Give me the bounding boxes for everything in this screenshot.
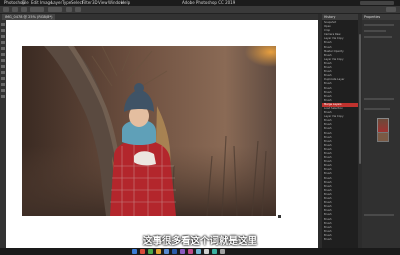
app-icon[interactable]	[212, 249, 217, 254]
lasso-tool-icon	[1, 35, 5, 38]
properties-panel: Properties	[362, 14, 400, 248]
brush-tool-icon	[1, 47, 5, 50]
video-subtitle: 这事很多看这个词就是这里	[142, 236, 257, 247]
photoshop-icon[interactable]	[172, 249, 177, 254]
options-bar	[0, 6, 400, 14]
move-tool-icon	[1, 23, 5, 26]
panel-divider	[364, 98, 394, 100]
app-icon[interactable]	[196, 249, 201, 254]
pressure-icon[interactable]	[75, 7, 81, 12]
finder-icon[interactable]	[132, 249, 137, 254]
crop-tool-icon	[1, 41, 5, 44]
properties-panel-title[interactable]: Properties	[362, 14, 400, 20]
history-list: Snapshot Open Crop Camera Raw Layer Via Copy…	[322, 21, 358, 242]
history-panel-title[interactable]: History	[322, 14, 358, 20]
pen-tool-icon	[1, 77, 5, 80]
history-panel: History Snapshot Open Crop Camera Raw Layer …	[322, 14, 358, 248]
gradient-tool-icon	[1, 65, 5, 68]
hand-tool-icon	[1, 89, 5, 92]
zoom-tool-icon	[1, 95, 5, 98]
dock	[0, 248, 400, 255]
workspace-icon[interactable]	[386, 7, 396, 12]
canvas-area[interactable]	[6, 20, 318, 248]
panel-divider	[364, 36, 392, 38]
history-scrollbar-thumb[interactable]	[359, 34, 361, 164]
document-image[interactable]	[22, 46, 276, 216]
app-icon[interactable]	[140, 249, 145, 254]
airbrush-icon[interactable]	[66, 7, 72, 12]
app-icon[interactable]	[164, 249, 169, 254]
app-icon[interactable]	[188, 249, 193, 254]
mode-dropdown-icon[interactable]	[21, 7, 27, 12]
flow-field[interactable]	[48, 7, 62, 12]
panel-divider	[364, 108, 390, 110]
opacity-field[interactable]	[30, 7, 44, 12]
dodge-tool-icon	[1, 71, 5, 74]
app-icon[interactable]	[148, 249, 153, 254]
marquee-tool-icon	[1, 29, 5, 32]
stamp-tool-icon	[1, 53, 5, 56]
panel-divider	[364, 24, 394, 26]
status-icons	[360, 1, 394, 5]
panel-divider	[364, 30, 386, 32]
canvas-resize-handle[interactable]	[278, 215, 281, 218]
type-tool-icon	[1, 83, 5, 86]
app-icon[interactable]	[204, 249, 209, 254]
eraser-tool-icon	[1, 59, 5, 62]
tool-preset-icon[interactable]	[3, 7, 9, 12]
app-icon[interactable]	[180, 249, 185, 254]
layer-mask-thumbnail[interactable]	[377, 132, 389, 142]
panel-divider	[364, 214, 394, 216]
trash-icon[interactable]	[220, 249, 225, 254]
brush-size-icon[interactable]	[12, 7, 18, 12]
app-icon[interactable]	[156, 249, 161, 254]
